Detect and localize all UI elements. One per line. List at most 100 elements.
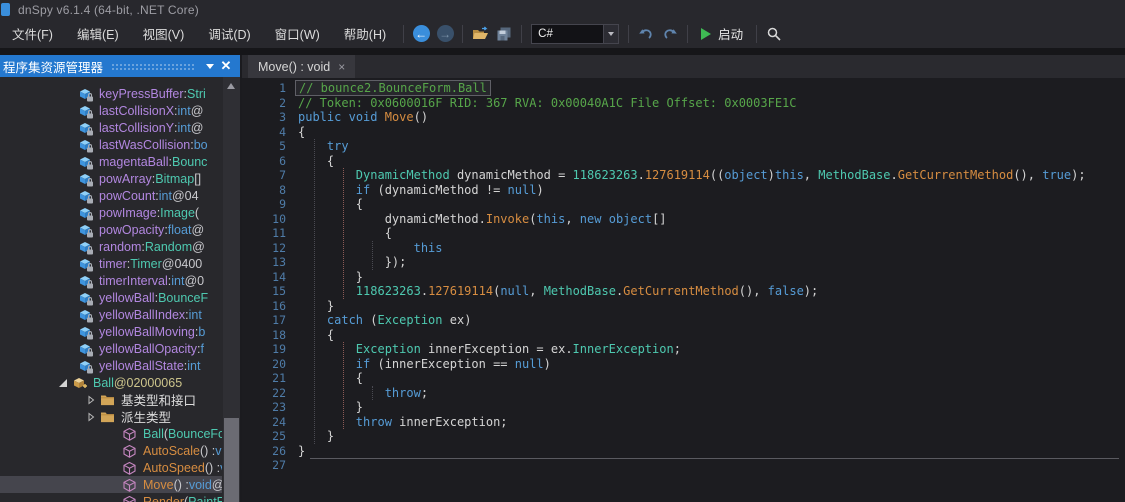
code-line-8[interactable]: 8 if (dynamicMethod != null) — [242, 183, 1125, 198]
tree-item-keypressbuffer[interactable]: keyPressBuffer : Stri — [0, 85, 222, 102]
chevron-down-icon — [608, 32, 614, 36]
code-line-24[interactable]: 24 throw innerException; — [242, 415, 1125, 430]
dnspy-window: dnSpy v6.1.4 (64-bit, .NET Core) 文件(F)编辑… — [0, 0, 1125, 502]
tree-item-render[interactable]: Render(PaintEver — [0, 493, 222, 502]
tree-item-yellowballmoving[interactable]: yellowBallMoving : b — [0, 323, 222, 340]
code-line-26[interactable]: 26} — [242, 444, 1125, 459]
menu-item[interactable]: 窗口(W) — [263, 23, 332, 45]
method-icon-wrap — [122, 461, 138, 475]
code-editor[interactable]: 1// bounce2.BounceForm.Ball2// Token: 0x… — [242, 78, 1125, 502]
tree-expander[interactable] — [58, 378, 72, 388]
code-line-6[interactable]: 6 { — [242, 154, 1125, 169]
line-number: 16 — [242, 299, 298, 314]
language-combo[interactable]: C# — [531, 24, 619, 44]
method-icon-wrap — [122, 495, 138, 502]
tab-move-void[interactable]: Move() : void × — [248, 55, 355, 78]
tree-item-powcount[interactable]: powCount : int @04 — [0, 187, 222, 204]
field-icon-wrap — [78, 138, 94, 152]
code-line-2[interactable]: 2// Token: 0x0600016F RID: 367 RVA: 0x00… — [242, 96, 1125, 111]
tree-item-ball[interactable]: Ball(BounceForm — [0, 425, 222, 442]
tree-item-move[interactable]: Move() : void @( — [0, 476, 222, 493]
code-line-25[interactable]: 25 } — [242, 429, 1125, 444]
tree-item-magentaball[interactable]: magentaBall : Bounc — [0, 153, 222, 170]
code-line-15[interactable]: 15 118623263.127619114(null, MethodBase.… — [242, 284, 1125, 299]
code-line-5[interactable]: 5 try — [242, 139, 1125, 154]
tree-item-lastcollisiony[interactable]: lastCollisionY : int @ — [0, 119, 222, 136]
tab-close-icon[interactable]: × — [338, 60, 345, 74]
save-all-button[interactable] — [492, 22, 516, 46]
code-text: // bounce2.BounceForm.Ball — [298, 81, 491, 96]
back-button[interactable]: ← — [409, 22, 433, 46]
tree-item-yellowballindex[interactable]: yellowBallIndex : int — [0, 306, 222, 323]
tree-item-基类型和接口[interactable]: 基类型和接口 — [0, 391, 222, 408]
line-number: 21 — [242, 371, 298, 386]
tree-item-lastcollisionx[interactable]: lastCollisionX : int @ — [0, 102, 222, 119]
menu-item[interactable]: 文件(F) — [0, 23, 65, 45]
code-line-14[interactable]: 14 } — [242, 270, 1125, 285]
toolbar-separator — [403, 25, 404, 43]
tree-expander[interactable] — [86, 412, 100, 422]
tree-item-timer[interactable]: timer : Timer @0400 — [0, 255, 222, 272]
tree-item-lastwascollision[interactable]: lastWasCollision : bo — [0, 136, 222, 153]
tree-item-yellowballstate[interactable]: yellowBallState : int — [0, 357, 222, 374]
code-line-22[interactable]: 22 throw; — [242, 386, 1125, 401]
code-text: throw innerException; — [298, 415, 508, 430]
undo-icon — [638, 26, 654, 42]
code-line-12[interactable]: 12 this — [242, 241, 1125, 256]
code-line-3[interactable]: 3public void Move() — [242, 110, 1125, 125]
code-line-17[interactable]: 17 catch (Exception ex) — [242, 313, 1125, 328]
panel-close-button[interactable]: ✕ — [218, 58, 234, 74]
code-line-13[interactable]: 13 }); — [242, 255, 1125, 270]
tree-item-text: @ — [192, 240, 205, 254]
code-line-10[interactable]: 10 dynamicMethod.Invoke(this, new object… — [242, 212, 1125, 227]
redo-button[interactable] — [658, 22, 682, 46]
method-icon-wrap — [122, 427, 138, 441]
code-line-16[interactable]: 16 } — [242, 299, 1125, 314]
folder-icon — [100, 410, 115, 423]
tree-item-random[interactable]: random : Random @ — [0, 238, 222, 255]
menu-item[interactable]: 调试(D) — [196, 23, 262, 45]
language-combo-dropdown[interactable] — [603, 25, 618, 43]
tree-item-yellowballopacity[interactable]: yellowBallOpacity : f — [0, 340, 222, 357]
tree-item-powopacity[interactable]: powOpacity : float @ — [0, 221, 222, 238]
code-line-23[interactable]: 23 } — [242, 400, 1125, 415]
panel-menu-button[interactable] — [202, 58, 218, 74]
forward-button[interactable]: → — [433, 22, 457, 46]
open-button[interactable] — [468, 22, 492, 46]
code-line-9[interactable]: 9 { — [242, 197, 1125, 212]
tree-item-timerinterval[interactable]: timerInterval : int @0 — [0, 272, 222, 289]
code-line-27[interactable]: 27 — [242, 458, 1125, 473]
tree-item-派生类型[interactable]: 派生类型 — [0, 408, 222, 425]
code-line-19[interactable]: 19 Exception innerException = ex.InnerEx… — [242, 342, 1125, 357]
code-line-7[interactable]: 7 DynamicMethod dynamicMethod = 11862326… — [242, 168, 1125, 183]
assembly-explorer-header[interactable]: 程序集资源管理器 ✕ — [0, 55, 240, 77]
code-line-18[interactable]: 18 { — [242, 328, 1125, 343]
tree-item-text: Render — [143, 495, 184, 502]
tree-item-text: 派生类型 — [121, 408, 171, 425]
tree-item-yellowball[interactable]: yellowBall : BounceF — [0, 289, 222, 306]
code-line-1[interactable]: 1// bounce2.BounceForm.Ball — [242, 81, 1125, 96]
undo-button[interactable] — [634, 22, 658, 46]
code-line-4[interactable]: 4{ — [242, 125, 1125, 140]
tree-expander[interactable] — [86, 395, 100, 405]
tree-item-autospeed[interactable]: AutoSpeed() : vo — [0, 459, 222, 476]
run-button[interactable]: 启动 — [693, 22, 751, 46]
tree-item-powimage[interactable]: powImage : Image ( — [0, 204, 222, 221]
search-button[interactable] — [762, 22, 786, 46]
code-line-11[interactable]: 11 { — [242, 226, 1125, 241]
menu-item[interactable]: 视图(V) — [131, 23, 197, 45]
menu-item[interactable]: 编辑(E) — [65, 23, 131, 45]
code-line-21[interactable]: 21 { — [242, 371, 1125, 386]
code-line-20[interactable]: 20 if (innerException == null) — [242, 357, 1125, 372]
tree-item-powarray[interactable]: powArray : Bitmap[] — [0, 170, 222, 187]
tree-item-text: yellowBallState — [99, 359, 184, 373]
tree-scrollbar-thumb[interactable] — [224, 418, 239, 502]
title-bar[interactable]: dnSpy v6.1.4 (64-bit, .NET Core) — [0, 0, 1125, 19]
tree-item-autoscale[interactable]: AutoScale() : void — [0, 442, 222, 459]
tree-item-text: int — [187, 359, 200, 373]
tree-item-ball[interactable]: Ball @02000065 — [0, 374, 222, 391]
tree-scrollbar[interactable] — [223, 77, 240, 502]
scrollbar-up-icon[interactable] — [227, 83, 235, 89]
menu-item[interactable]: 帮助(H) — [332, 23, 398, 45]
field-icon — [78, 155, 94, 170]
